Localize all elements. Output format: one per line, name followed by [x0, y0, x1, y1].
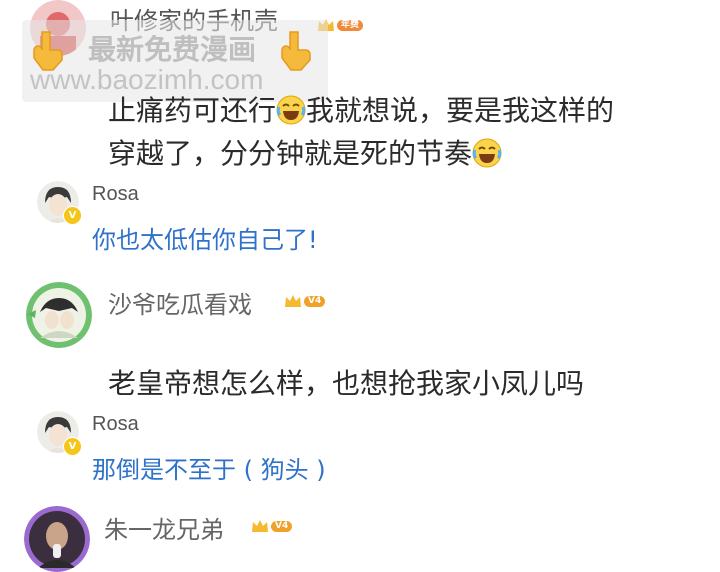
level-tag: V4 [304, 295, 326, 307]
comment-text-part: 穿越了，分分钟就是死的节奏 [108, 137, 473, 170]
user-level-badge: V4 [250, 518, 293, 534]
username-reply2[interactable]: Rosa [92, 413, 139, 436]
level-tag: 年费 [337, 19, 364, 31]
username-reply1[interactable]: Rosa [92, 183, 139, 206]
crown-icon [252, 520, 268, 532]
comment-text: 止痛药可还行 我就想说，要是我这样的 [108, 89, 614, 129]
reply-text: 那倒是不至于 ( 狗头 ) [92, 456, 326, 484]
avatar-comment2[interactable] [26, 282, 92, 348]
comment-text: 老皇帝想怎么样，也想抢我家小凤儿吗 [108, 367, 585, 400]
watermark-title: 最新免费漫画 [88, 33, 257, 66]
laugh-cry-icon [276, 95, 306, 125]
crown-icon [285, 295, 301, 307]
level-tag: V4 [271, 520, 293, 532]
user-level-badge: V4 [283, 293, 326, 309]
laugh-cry-icon [472, 138, 502, 168]
username-comment2[interactable]: 沙爷吃瓜看戏 [108, 285, 252, 320]
comment-text-part: 我就想说，要是我这样的 [306, 94, 615, 127]
comment-text: 穿越了，分分钟就是死的节奏 [108, 132, 502, 172]
avatar-comment3[interactable] [24, 506, 90, 572]
verified-badge: V [63, 437, 82, 456]
reply-text: 你也太低估你自己了! [92, 226, 318, 254]
comment-text-part: 止痛药可还行 [108, 94, 277, 127]
pointing-hand-icon [281, 31, 311, 71]
username-comment3[interactable]: 朱一龙兄弟 [104, 510, 224, 545]
verified-badge: V [63, 206, 82, 225]
